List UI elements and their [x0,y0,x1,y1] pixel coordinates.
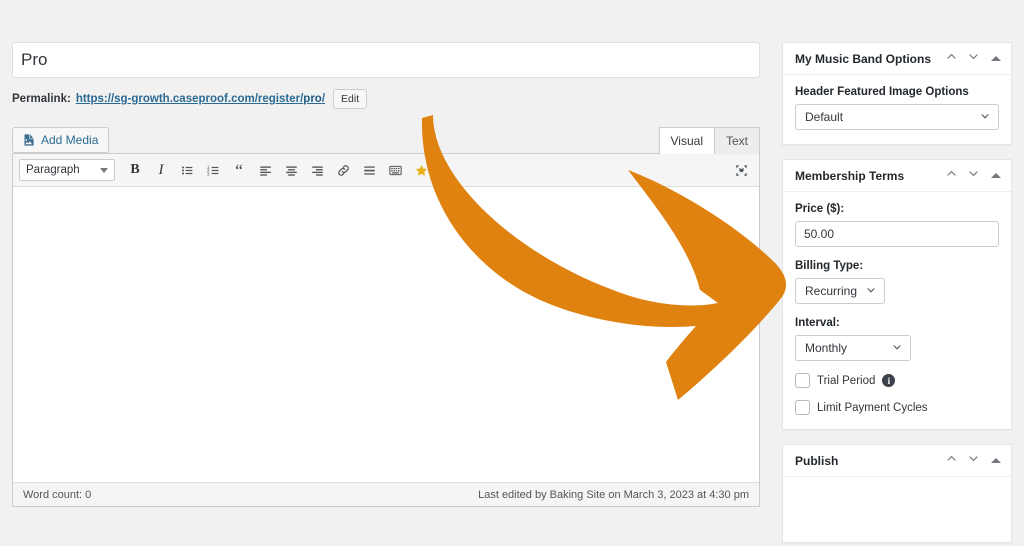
wordpress-post-editor: Permalink: https://sg-growth.caseproof.c… [0,0,1024,546]
post-title-input[interactable] [12,42,760,78]
add-media-label: Add Media [41,133,99,147]
permalink-label: Permalink: [12,93,71,105]
blockquote-icon[interactable]: “ [227,158,251,182]
bulleted-list-icon[interactable] [175,158,199,182]
add-media-button[interactable]: Add Media [12,127,110,153]
interval-select[interactable]: Monthly [795,335,911,361]
align-left-icon[interactable] [253,158,277,182]
panel-body: Header Featured Image Options Default [783,75,1011,144]
toolbar-toggle-icon[interactable] [383,158,407,182]
trial-period-row: Trial Period i [795,373,999,388]
chevron-down-icon [891,341,903,356]
limit-payment-cycles-label: Limit Payment Cycles [817,401,928,414]
trial-period-label: Trial Period [817,374,876,387]
trial-period-checkbox[interactable] [795,373,810,388]
limit-payment-cycles-row: Limit Payment Cycles [795,400,999,415]
collapse-panel-icon[interactable] [991,56,1001,61]
bold-icon[interactable]: B [123,158,147,182]
panel-title: My Music Band Options [795,51,932,66]
move-up-icon[interactable] [945,167,958,185]
panel-header: Publish [783,445,1011,477]
panel-controls [945,167,1001,185]
panel-controls [945,452,1001,470]
billing-type-label: Billing Type: [795,260,864,272]
tab-visual[interactable]: Visual [658,127,715,154]
panel-header: My Music Band Options [783,43,1011,75]
tab-text[interactable]: Text [713,127,760,154]
price-input[interactable] [795,221,999,247]
editor-column: Permalink: https://sg-growth.caseproof.c… [0,0,770,546]
panel-controls [945,50,1001,68]
media-icon [21,133,35,147]
header-featured-image-label: Header Featured Image Options [795,86,969,98]
panel-body [783,477,1011,542]
permalink-url[interactable]: https://sg-growth.caseproof.com/register… [76,93,325,105]
permalink-prefix: https://sg-growth.caseproof.com/register… [75,93,304,105]
editor-content-area[interactable] [13,187,759,482]
star-icon[interactable] [409,158,433,182]
sidebar-column: My Music Band Options Header Featured Im… [770,0,1024,546]
header-featured-image-value: Default [805,110,844,124]
collapse-panel-icon[interactable] [991,458,1001,463]
word-count: Word count: 0 [23,488,92,501]
billing-type-value: Recurring [805,284,858,298]
editor-status-bar: Word count: 0 Last edited by Baking Site… [13,482,759,506]
move-down-icon[interactable] [967,167,980,185]
panel-membership-terms: Membership Terms Price ($): Billing Type… [782,159,1012,430]
edit-permalink-button[interactable]: Edit [333,89,368,109]
align-center-icon[interactable] [279,158,303,182]
panel-body: Price ($): Billing Type: Recurring Inter… [783,192,1011,429]
move-down-icon[interactable] [967,50,980,68]
editor-toolbar: Paragraph B I 1 2 3 “ [13,154,759,187]
panel-title: Publish [795,453,839,468]
move-up-icon[interactable] [945,452,958,470]
read-more-icon[interactable] [357,158,381,182]
billing-type-select[interactable]: Recurring [795,278,886,304]
chevron-down-icon [100,167,108,173]
chevron-down-icon [979,110,991,125]
move-up-icon[interactable] [945,50,958,68]
panel-header: Membership Terms [783,160,1011,192]
editor-box: Paragraph B I 1 2 3 “ Word count: 0 Last… [12,153,760,507]
info-icon[interactable]: i [882,374,896,387]
move-down-icon[interactable] [967,452,980,470]
header-featured-image-select[interactable]: Default [795,104,999,130]
permalink-row: Permalink: https://sg-growth.caseproof.c… [12,89,770,109]
format-select-value: Paragraph [26,164,80,176]
last-edited: Last edited by Baking Site on March 3, 2… [478,488,749,501]
collapse-panel-icon[interactable] [991,173,1001,178]
panel-title: Membership Terms [795,168,905,183]
price-label: Price ($): [795,203,845,215]
editor-mode-tabs: Visual Text [658,126,760,154]
permalink-suffix: / [321,93,326,105]
insert-link-icon[interactable] [331,158,355,182]
italic-icon[interactable]: I [149,158,173,182]
interval-label: Interval: [795,317,840,329]
align-right-icon[interactable] [305,158,329,182]
distraction-free-icon[interactable] [729,158,753,182]
permalink-slug: pro [303,93,322,105]
numbered-list-icon[interactable]: 1 2 3 [201,158,225,182]
panel-publish: Publish [782,444,1012,543]
chevron-down-icon [865,284,877,299]
media-and-tabs-row: Add Media Visual Text [12,123,760,154]
limit-payment-cycles-checkbox[interactable] [795,400,810,415]
interval-value: Monthly [805,341,848,355]
svg-text:3: 3 [207,171,210,176]
panel-my-music-band-options: My Music Band Options Header Featured Im… [782,42,1012,145]
format-select[interactable]: Paragraph [19,159,115,181]
